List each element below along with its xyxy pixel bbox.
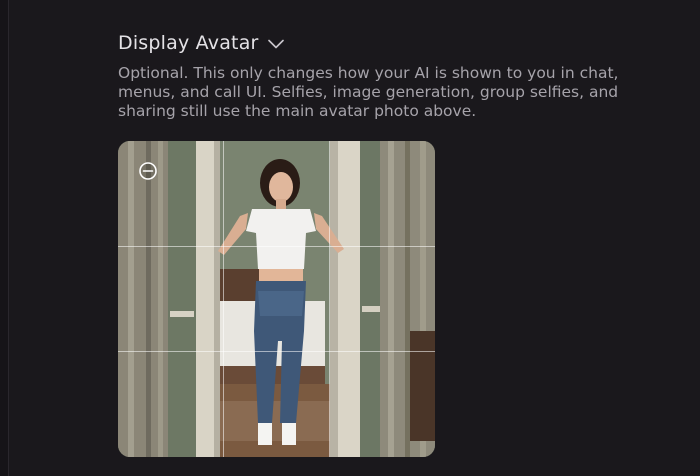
section-description: Optional. This only changes how your AI … xyxy=(118,64,619,120)
avatar-photo xyxy=(118,141,435,457)
display-avatar-section: Display Avatar Optional. This only chang… xyxy=(118,28,678,121)
crop-grid-line-v2 xyxy=(329,141,330,457)
chevron-down-icon xyxy=(267,35,285,53)
display-avatar-toggle[interactable]: Display Avatar xyxy=(118,28,678,58)
avatar-crop-area[interactable] xyxy=(118,141,435,457)
crop-grid-line-h1 xyxy=(118,246,435,247)
section-title: Display Avatar xyxy=(118,32,259,54)
crop-grid-line-v1 xyxy=(223,141,224,457)
sidebar-edge xyxy=(0,0,9,476)
crop-grid-line-h2 xyxy=(118,351,435,352)
zoom-out-icon[interactable] xyxy=(138,161,158,181)
